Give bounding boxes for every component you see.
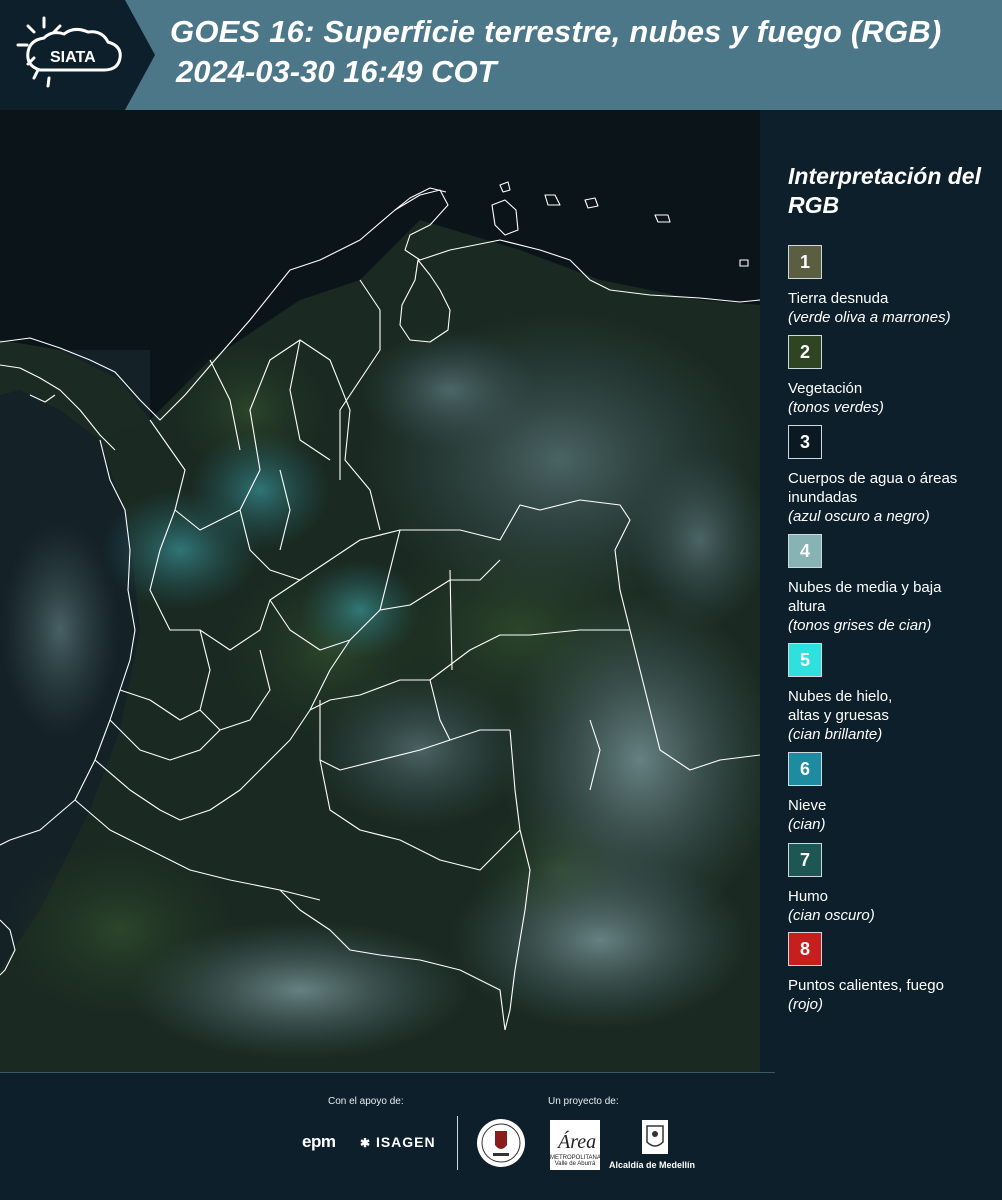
footer-divider [0,1072,775,1073]
legend-item-smoke: 7 Humo (cian oscuro) [788,843,998,925]
legend-label: Puntos calientes, fuego [788,977,944,994]
legend-swatch: 2 [788,335,822,369]
project-label: Un proyecto de: [548,1096,619,1107]
header-banner: SIATA GOES 16: Superficie terrestre, nub… [0,0,1002,110]
legend-item-snow: 6 Nieve (cian) [788,752,998,834]
area-metropolitana-logo: Área METROPOLITANA Valle de Aburrá [550,1120,601,1170]
legend-desc: (verde oliva a marrones) [788,309,951,326]
legend-item-bare-soil: 1 Tierra desnuda (verde oliva a marrones… [788,245,998,327]
legend-desc: (cian) [788,816,826,833]
legend-desc: (cian brillante) [788,726,883,743]
legend-swatch: 6 [788,752,822,786]
legend-label: Cuerpos de agua o áreas inundadas [788,470,958,506]
legend-panel: Interpretación del RGB 1 Tierra desnuda … [760,110,1002,1072]
legend-label: Tierra desnuda [788,290,889,307]
footer-vertical-divider [457,1116,458,1170]
epm-logo: epm [302,1132,336,1151]
legend-desc: (tonos verdes) [788,399,884,416]
legend-swatch: 7 [788,843,822,877]
isagen-text: ISAGEN [375,1134,436,1150]
isagen-logo: ✱ ISAGEN [360,1134,436,1150]
legend-swatch: 3 [788,425,822,459]
legend-label: Nubes de media y baja altura [788,579,942,615]
page-title: GOES 16: Superficie terrestre, nubes y f… [170,14,942,49]
isagen-icon: ✱ [360,1136,372,1150]
medellin-shield-icon [638,1118,672,1163]
legend-desc: (tonos grises de cian) [788,617,932,634]
timestamp: 2024-03-30 16:49 COT [176,54,497,89]
legend-title: Interpretación del RGB [788,163,981,218]
legend-label: Nubes de hielo, altas y gruesas [788,688,893,724]
legend-desc: (azul oscuro a negro) [788,508,930,525]
legend-label: Nieve [788,797,827,814]
legend-desc: (cian oscuro) [788,907,875,924]
satellite-map [0,110,760,1072]
legend-label: Vegetación [788,380,863,397]
legend-swatch: 8 [788,932,822,966]
legend-item-water: 3 Cuerpos de agua o áreas inundadas (azu… [788,425,998,526]
legend-swatch: 5 [788,643,822,677]
legend-item-ice-clouds: 5 Nubes de hielo, altas y gruesas (cian … [788,643,998,744]
legend-swatch: 4 [788,534,822,568]
footer: Con el apoyo de: Un proyecto de: epm ✱ I… [0,1072,1002,1200]
legend-item-low-clouds: 4 Nubes de media y baja altura (tonos gr… [788,534,998,635]
area-metropolitana-text: METROPOLITANA Valle de Aburrá [550,1155,601,1167]
legend-item-vegetation: 2 Vegetación (tonos verdes) [788,335,998,417]
government-seal-icon [475,1117,527,1174]
siata-logo: SIATA [0,0,155,110]
support-label: Con el apoyo de: [328,1096,404,1107]
legend-swatch: 1 [788,245,822,279]
legend-label: Humo [788,888,829,905]
svg-text:Área: Área [556,1130,596,1153]
siata-logo-text: SIATA [50,49,96,66]
medellin-text: Alcaldía de Medellín [609,1160,696,1170]
legend-item-fire: 8 Puntos calientes, fuego (rojo) [788,932,998,1014]
legend-desc: (rojo) [788,996,824,1013]
